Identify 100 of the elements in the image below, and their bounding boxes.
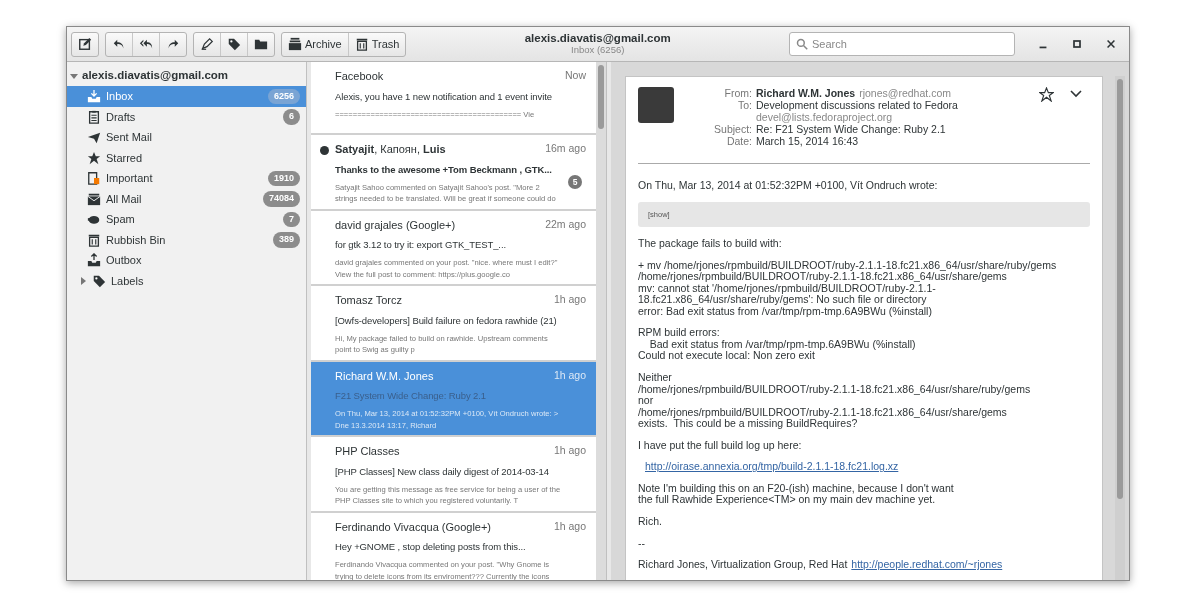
inbox-tray-icon — [87, 89, 101, 104]
thread-count-badge: 5 — [568, 175, 582, 189]
body-paragraph: -- — [638, 537, 646, 550]
folder-label: Rubbish Bin — [106, 232, 166, 248]
message-time: 1h ago — [553, 367, 586, 383]
folder-item[interactable]: Rubbish Bin 389 — [67, 229, 306, 250]
body-paragraph: RPM build errors: Bad exit status from /var/tmp/rpm-tmp.6A9BWu (%install) Could not execute local: Non zero exit — [638, 327, 917, 363]
scrollbar[interactable] — [596, 62, 606, 580]
star-icon — [87, 150, 101, 165]
folder-icon — [254, 37, 268, 51]
body-paragraph: On Thu, Mar 13, 2014 at 01:52:32PM +0100, Vít Ondruch wrote: — [638, 180, 939, 192]
body-paragraph: Neither /home/rjones/rpmbuild/BUILDROOT/ruby-2.1.1-18.fc21.x86_64/usr/share/ruby/gems nor /home/rjones/rpmbuild/BUILDROOT/ruby-2.1.1-18.fc21.x86_64/usr/share/gems exists. This could be a missing BuildRequires? — [638, 372, 1032, 430]
header-value: Re: F21 System Wide Change: Ruby 2.1 — [756, 123, 946, 136]
search-field[interactable]: Search — [789, 32, 1015, 56]
message-subject: for gtk 3.12 to try it: export GTK_TEST_... — [335, 238, 507, 253]
count-badge: 389 — [272, 232, 300, 248]
expander-arrow-icon[interactable] — [79, 276, 87, 285]
window-title: alexis.diavatis@gmail.com — [523, 31, 672, 46]
outbox-tray-icon — [87, 253, 101, 268]
folder-label: Inbox — [106, 89, 133, 104]
count-badge: 6256 — [267, 88, 300, 104]
tag-icon — [92, 273, 106, 288]
message-subject: [Owfs-developers] Build failure on fedora rawhide (21) — [335, 313, 558, 328]
folder-label: Important — [106, 171, 153, 186]
count-badge: 74084 — [262, 191, 300, 207]
toolbar-button[interactable]: Archive — [282, 32, 348, 56]
toolbar-button[interactable]: Trash — [347, 32, 406, 56]
link[interactable]: http://oirase.annexia.org/tmp/build-2.1.1-18.fc21.log.xz — [645, 460, 899, 473]
maximize-icon[interactable] — [1071, 38, 1083, 50]
folder-item[interactable]: Important 1910 — [67, 168, 306, 189]
message-subject: F21 System Wide Change: Ruby 2.1 — [335, 389, 487, 404]
body-paragraph: I have put the full build log up here: — [638, 439, 803, 452]
expander-arrow-icon[interactable] — [70, 72, 78, 80]
body-paragraph: Rich. — [638, 515, 663, 528]
paper-plane-icon — [87, 130, 101, 145]
header-address: rjones@redhat.com — [859, 87, 951, 99]
star-icon[interactable] — [1039, 87, 1054, 102]
message-subject: Hey +GNOME , stop deleting posts from this... — [335, 540, 527, 555]
message-subject: Alexis, you have 1 new notification and 1 event invite — [335, 89, 553, 104]
message-time: 1h ago — [553, 443, 586, 459]
envelope-stack-icon — [87, 191, 101, 206]
header-value: Richard W.M. Jones — [756, 87, 856, 99]
window-subtitle: Inbox (6256) — [570, 45, 626, 57]
close-icon[interactable] — [1105, 38, 1117, 50]
message-subject: [PHP Classes] New class daily digest of 2014-03-14 — [335, 464, 550, 479]
count-badge: 7 — [283, 211, 300, 227]
header-address: devel@lists.fedoraproject.org — [756, 111, 894, 124]
message-time: 16m ago — [545, 141, 586, 156]
folder-item[interactable]: Starred — [67, 147, 306, 168]
folder-label: Spam — [106, 212, 135, 227]
search-icon — [796, 38, 808, 50]
folder-label: Sent Mail — [106, 130, 152, 145]
sender-name: Richard W.M. Jones — [335, 368, 434, 384]
body-paragraph: The package fails to build with: — [638, 238, 783, 250]
folder-label: Outbox — [106, 253, 142, 268]
clipboard-icon — [87, 171, 101, 186]
header-label: Date: — [725, 135, 752, 148]
folder-item[interactable]: Sent Mail — [67, 127, 306, 148]
header-value: Development discussions related to Fedora — [756, 99, 958, 112]
marker-pen-icon — [200, 37, 214, 51]
tag-icon — [227, 37, 241, 51]
message-time: 22m ago — [545, 216, 586, 232]
header-label: To: — [737, 99, 752, 114]
folder-item[interactable]: Drafts 6 — [67, 106, 306, 127]
scrollbar[interactable] — [1115, 76, 1125, 580]
sender-name: Satyajit, Капоян, Luis — [335, 142, 446, 157]
folder-label: Drafts — [106, 109, 136, 125]
sender-name: david grajales (Google+) — [335, 217, 456, 233]
trash-can-icon — [354, 37, 369, 51]
body-paragraph: + mv /home/rjones/rpmbuild/BUILDROOT/ruby-2.1.1-18.fc21.x86_64/usr/share/ruby/gems /home/rjones/rpmbuild/BUILDROOT/ruby-2.1.1-18.fc21.x86_64/usr/share/gems mv: cannot stat '/home/rjones/rpmbuild/BUILDROOT/ruby-2.1.1-18.fc21.x86_64/usr/share/ruby/gems': No such file or directory error: Bad exit status from /var/tmp/rpm-tmp.6A9BWu (%install) — [638, 259, 1058, 318]
message-time: Now — [565, 68, 586, 83]
link[interactable]: http://people.redhat.com/~rjones — [851, 559, 1003, 571]
document-icon — [87, 109, 101, 124]
message-subject: Thanks to the awesome +Tom Beckmann , GTK... — [335, 162, 553, 177]
trash-can-icon — [87, 232, 101, 247]
pencil-on-square-icon — [78, 37, 92, 51]
header-value: March 15, 2014 16:43 — [756, 135, 859, 148]
folder-item[interactable]: All Mail 74084 — [67, 188, 306, 209]
unread-dot-icon — [320, 146, 329, 155]
header-label: From: — [723, 87, 752, 100]
sender-name: Ferdinando Vivacqua (Google+) — [335, 519, 492, 535]
body-paragraph: Note I'm building this on an F20-(ish) machine, because I don't want the full Rawhide Experience<TM> on my main dev machine yet. — [638, 482, 955, 506]
chevron-down-icon[interactable] — [1070, 87, 1082, 99]
folder-label: All Mail — [106, 191, 142, 207]
signature-text: Richard Jones, Virtualization Group, Red Hat — [638, 559, 848, 571]
avatar-placeholder — [638, 87, 674, 123]
header-label: Subject: — [713, 123, 752, 136]
folder-label: Starred — [106, 150, 143, 166]
sender-name: Facebook — [335, 69, 384, 84]
folder-item[interactable]: Spam 7 — [67, 209, 306, 230]
message-time: 1h ago — [553, 518, 586, 534]
count-badge: 1910 — [267, 170, 300, 186]
message-time: 1h ago — [553, 292, 586, 308]
sender-name: Tomasz Torcz — [335, 293, 403, 309]
archive-box-icon — [288, 37, 302, 51]
labels-item[interactable]: Labels — [111, 272, 144, 289]
folder-item[interactable]: Outbox — [67, 250, 306, 271]
sender-name: PHP Classes — [335, 444, 400, 460]
count-badge: 6 — [283, 109, 300, 125]
account-name: alexis.diavatis@gmail.com — [82, 68, 229, 84]
